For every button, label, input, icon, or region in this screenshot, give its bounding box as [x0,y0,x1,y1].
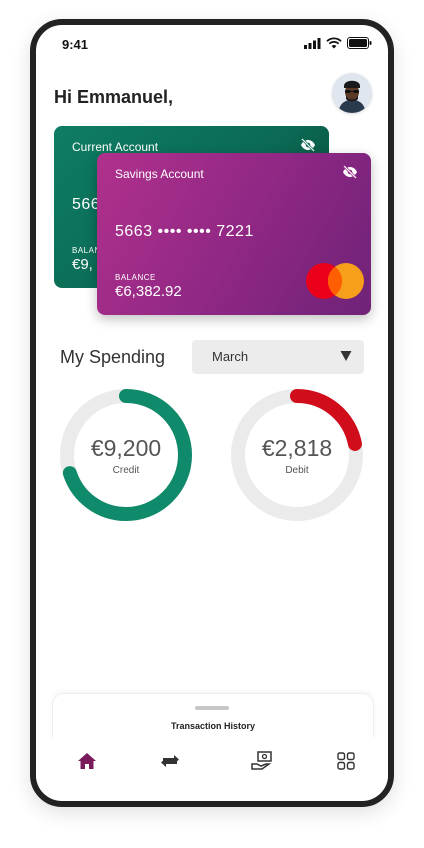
battery-icon [347,37,372,49]
credit-donut: €9,200 Credit [58,387,194,523]
sheet-title: Transaction History [170,721,256,731]
greeting: Hi Emmanuel, [54,87,174,107]
payments-icon [251,751,272,770]
hide-balance-icon[interactable] [342,165,358,179]
status-time: 9:41 [62,37,89,52]
mastercard-logo-icon [306,263,364,299]
nav-home[interactable] [72,747,102,775]
credit-label: Credit [112,465,140,476]
wifi-icon [326,37,342,49]
sheet-drag-handle[interactable] [195,706,229,710]
balance-value: €6,382.92 [115,283,182,300]
menu-grid-icon [337,752,355,770]
savings-account-card[interactable]: Savings Account 5663 •••• •••• 7221 BALA… [97,153,371,315]
debit-donut: €2,818 Debit [229,387,365,523]
card-number: 5663 •••• •••• 7221 [115,223,254,240]
card-number: 566 [72,196,101,213]
balance-value: €9, [72,256,93,273]
avatar[interactable] [332,73,372,113]
debit-label: Debit [285,465,309,476]
chevron-down-icon [340,351,352,361]
balance-label: BALANCE [115,273,156,282]
credit-amount: €9,200 [90,435,162,461]
nav-transfer[interactable] [155,747,185,775]
avatar-photo [332,73,372,113]
card-name: Savings Account [115,167,204,181]
status-icons [304,37,372,49]
month-select-value: March [212,349,249,364]
month-select[interactable]: March [192,340,364,374]
spending-title: My Spending [60,347,166,367]
status-bar: 9:41 [36,25,388,59]
hide-balance-icon[interactable] [300,138,316,152]
bottom-nav [36,737,388,795]
signal-icon [304,37,321,49]
nav-payments[interactable] [247,747,277,775]
transfer-icon [161,755,179,767]
home-icon [78,753,96,769]
card-name: Current Account [72,140,159,154]
phone-frame: 9:41 Hi Emmanuel, Current Account 566 BA… [30,19,394,807]
debit-amount: €2,818 [261,435,333,461]
nav-menu[interactable] [331,747,361,775]
